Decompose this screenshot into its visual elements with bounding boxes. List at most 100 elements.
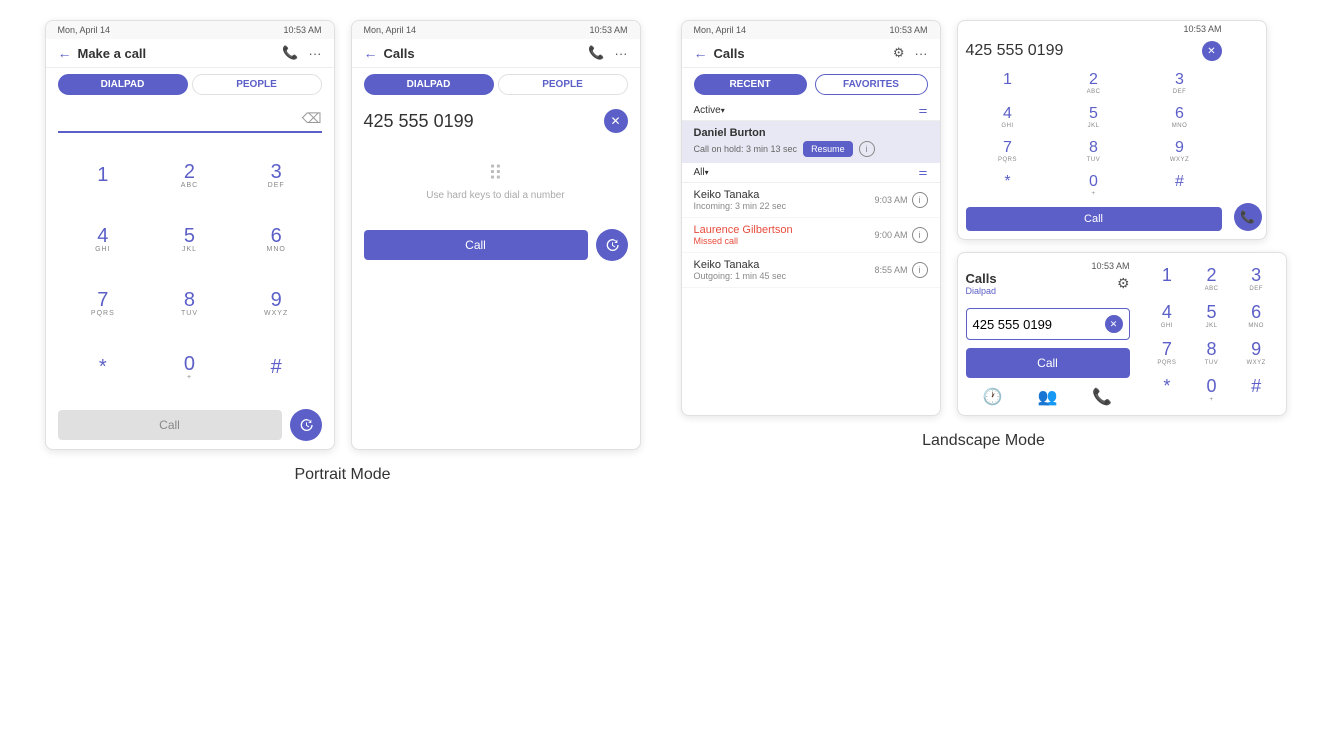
ls-call-btn-top[interactable]: Call xyxy=(966,207,1222,231)
key-0-1[interactable]: 0+ xyxy=(159,337,219,397)
bl-key-hash[interactable]: # xyxy=(1235,372,1278,407)
screen2-header: ← Calls 📞 ··· xyxy=(352,39,640,68)
info-btn-1[interactable]: i xyxy=(912,227,928,243)
ls-key-1[interactable]: 1 xyxy=(966,67,1050,99)
tab-dialpad-1[interactable]: DIALPAD xyxy=(58,74,188,95)
ls-phone-number-top: 425 555 0199 xyxy=(966,42,1198,60)
ls-key-4[interactable]: 4GHI xyxy=(966,101,1050,133)
ls-right-icons-top: 📞 xyxy=(1230,21,1266,239)
ls-key-7[interactable]: 7PQRS xyxy=(966,135,1050,167)
bl-key-4[interactable]: 4GHI xyxy=(1146,298,1189,333)
ls-key-3[interactable]: 3DEF xyxy=(1138,67,1222,99)
info-btn-0[interactable]: i xyxy=(912,192,928,208)
ls-status-top: 10:53 AM xyxy=(958,21,1230,37)
bl-key-7[interactable]: 7PQRS xyxy=(1146,335,1189,370)
dial-input-1[interactable] xyxy=(58,109,302,127)
more-icon-2[interactable]: ··· xyxy=(615,46,628,61)
bl-call-btn[interactable]: Call xyxy=(966,348,1130,378)
active-chevron[interactable]: ▾ xyxy=(721,106,725,115)
key-7-1[interactable]: 7PQRS xyxy=(73,273,133,333)
backspace-1[interactable]: ⌫ xyxy=(302,110,322,127)
key-hash-1[interactable]: # xyxy=(246,337,306,397)
back-arrow-calls[interactable]: ← xyxy=(694,45,708,61)
key-star-1[interactable]: * xyxy=(73,337,133,397)
gear-icon-bl[interactable]: ⚙ xyxy=(1117,275,1130,292)
key-3-1[interactable]: 3DEF xyxy=(246,145,306,205)
info-btn-hold[interactable]: i xyxy=(859,141,875,157)
bl-key-1[interactable]: 1 xyxy=(1146,261,1189,296)
key-4-1[interactable]: 4GHI xyxy=(73,209,133,269)
back-arrow-2[interactable]: ← xyxy=(364,45,378,61)
phone-icon-2[interactable]: 📞 xyxy=(588,45,604,61)
tab-favorites[interactable]: FAVORITES xyxy=(815,74,928,95)
ls-key-2[interactable]: 2ABC xyxy=(1052,67,1136,99)
tab-people-2[interactable]: PEOPLE xyxy=(498,74,628,95)
history-btn-2[interactable] xyxy=(596,229,628,261)
key-5-1[interactable]: 5JKL xyxy=(159,209,219,269)
bl-key-5[interactable]: 5JKL xyxy=(1190,298,1233,333)
more-icon-calls[interactable]: ··· xyxy=(915,46,928,61)
bl-key-2[interactable]: 2ABC xyxy=(1190,261,1233,296)
bl-key-8[interactable]: 8TUV xyxy=(1190,335,1233,370)
settings-icon-calls[interactable]: ⚙ xyxy=(893,45,905,61)
back-arrow-1[interactable]: ← xyxy=(58,45,72,61)
bl-phone-icon[interactable]: 📞 xyxy=(1092,387,1112,407)
key-8-1[interactable]: 8TUV xyxy=(159,273,219,333)
tab-people-1[interactable]: PEOPLE xyxy=(192,74,322,95)
date-calls: Mon, April 14 xyxy=(694,25,747,35)
call-item-0: Keiko Tanaka Incoming: 3 min 22 sec 9:03… xyxy=(682,183,940,218)
key-2-1[interactable]: 2ABC xyxy=(159,145,219,205)
filter-icon-active[interactable]: ⚌ xyxy=(919,105,928,116)
ls-key-0[interactable]: 0+ xyxy=(1052,169,1136,201)
date-1: Mon, April 14 xyxy=(58,25,111,35)
ls-key-9[interactable]: 9WXYZ xyxy=(1138,135,1222,167)
history-btn-1[interactable] xyxy=(290,409,322,441)
clear-btn-2[interactable]: ✕ xyxy=(604,109,628,133)
bl-clear-btn[interactable]: ✕ xyxy=(1105,315,1123,333)
info-btn-2[interactable]: i xyxy=(912,262,928,278)
more-icon-1[interactable]: ··· xyxy=(309,46,322,61)
ls-clear-top[interactable]: ✕ xyxy=(1202,41,1222,61)
phone-icon-1[interactable]: 📞 xyxy=(282,45,298,61)
portrait-screens: Mon, April 14 10:53 AM ← Make a call 📞 ·… xyxy=(45,20,641,450)
screen2-phone-input-row: 425 555 0199 ✕ xyxy=(364,109,628,133)
landscape-label: Landscape Mode xyxy=(922,432,1045,450)
contact-info-1: Laurence Gilbertson Missed call xyxy=(694,224,875,246)
key-6-1[interactable]: 6MNO xyxy=(246,209,306,269)
bl-key-0[interactable]: 0+ xyxy=(1190,372,1233,407)
resume-button[interactable]: Resume xyxy=(803,141,853,157)
bl-bottom-icons: 🕐 👥 📞 xyxy=(966,379,1130,407)
ls-key-8[interactable]: 8TUV xyxy=(1052,135,1136,167)
ls-key-star[interactable]: * xyxy=(966,169,1050,201)
ls-key-hash[interactable]: # xyxy=(1138,169,1222,201)
bl-history-icon[interactable]: 🕐 xyxy=(983,387,1003,407)
ls-key-5[interactable]: 5JKL xyxy=(1052,101,1136,133)
bl-phone-number: 425 555 0199 xyxy=(973,317,1101,332)
contact-info-0: Keiko Tanaka Incoming: 3 min 22 sec xyxy=(694,189,875,211)
bl-key-3[interactable]: 3DEF xyxy=(1235,261,1278,296)
status-bar-2: Mon, April 14 10:53 AM xyxy=(352,21,640,39)
bl-key-star[interactable]: * xyxy=(1146,372,1189,407)
calls-header: ← Calls ⚙ ··· xyxy=(682,39,940,68)
call-button-1[interactable]: Call xyxy=(58,410,282,440)
bl-key-9[interactable]: 9WXYZ xyxy=(1235,335,1278,370)
call-button-2[interactable]: Call xyxy=(364,230,588,260)
key-9-1[interactable]: 9WXYZ xyxy=(246,273,306,333)
bl-status: 10:53 AM xyxy=(966,261,1130,271)
screen1-header: ← Make a call 📞 ··· xyxy=(46,39,334,68)
ls-phone-icon-top[interactable]: 📞 xyxy=(1234,203,1262,231)
all-chevron[interactable]: ▾ xyxy=(705,168,709,177)
tab-dialpad-2[interactable]: DIALPAD xyxy=(364,74,494,95)
landscape-section: Mon, April 14 10:53 AM ← Calls ⚙ ··· REC… xyxy=(681,20,1287,484)
portrait-section: Mon, April 14 10:53 AM ← Make a call 📞 ·… xyxy=(45,20,641,484)
bl-contacts-icon[interactable]: 👥 xyxy=(1038,387,1058,407)
landscape-right-col: 10:53 AM 425 555 0199 ✕ 1 2ABC 3DEF 4GHI… xyxy=(957,20,1287,416)
filter-icon-all[interactable]: ⚌ xyxy=(919,167,928,178)
key-1-1[interactable]: 1 xyxy=(73,145,133,205)
ls-key-6[interactable]: 6MNO xyxy=(1138,101,1222,133)
tab-recent[interactable]: RECENT xyxy=(694,74,807,95)
bl-right: 1 2ABC 3DEF 4GHI 5JKL 6MNO 7PQRS 8TUV 9W… xyxy=(1138,253,1286,415)
screen1-input-row: ⌫ xyxy=(58,109,322,133)
ls-time-top: 10:53 AM xyxy=(1183,24,1221,34)
bl-key-6[interactable]: 6MNO xyxy=(1235,298,1278,333)
